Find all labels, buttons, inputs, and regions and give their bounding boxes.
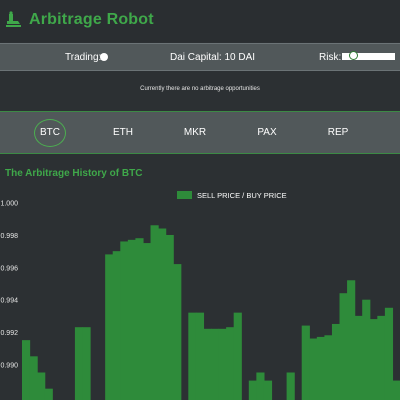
app-title: Arbitrage Robot: [29, 11, 154, 28]
area-segment: [233, 312, 242, 400]
tab-mkr[interactable]: MKR: [179, 112, 211, 153]
risk-label: Risk:: [319, 52, 342, 63]
area-segment: [256, 372, 265, 400]
legend-label: SELL PRICE / BUY PRICE: [197, 191, 287, 200]
area-segment: [369, 319, 378, 400]
area-segment: [384, 307, 394, 400]
trading-label: Trading:: [65, 52, 102, 63]
trading-toggle[interactable]: [100, 53, 108, 61]
area-segment: [105, 254, 114, 400]
tab-eth[interactable]: ETH: [107, 112, 139, 153]
history-title: The Arbitrage History of BTC: [5, 168, 143, 179]
y-tick-label: 1.000: [0, 201, 18, 208]
area-segment: [195, 312, 205, 400]
area-segment: [158, 228, 167, 400]
area-segment: [286, 372, 295, 400]
coin-tabs: BTC ETH MKR PAX REP: [0, 111, 400, 154]
area-segment: [74, 327, 84, 400]
y-tick-label: 0.994: [0, 298, 18, 305]
area-segment: [29, 356, 38, 400]
area-segment: [112, 251, 121, 400]
area-segment: [127, 239, 136, 400]
y-tick-label: 0.992: [0, 330, 18, 337]
area-segment: [22, 340, 31, 400]
area-segment: [135, 238, 144, 400]
area-segment: [309, 338, 318, 400]
area-segment: [37, 372, 46, 400]
y-tick-label: 0.998: [0, 233, 18, 240]
area-segment: [188, 312, 197, 400]
status-message: Currently there are no arbitrage opportu…: [140, 86, 260, 92]
dai-capital-text: Dai Capital: 10 DAI: [170, 52, 256, 63]
area-segment: [218, 328, 227, 400]
risk-slider-thumb[interactable]: [348, 51, 358, 60]
area-segment: [142, 243, 152, 400]
area-segment: [150, 225, 159, 400]
area-segment: [44, 388, 53, 400]
area-segment: [165, 234, 174, 400]
area-segment: [377, 315, 386, 400]
app-header: Arbitrage Robot: [0, 0, 400, 42]
tab-pax[interactable]: PAX: [251, 112, 283, 153]
arbitrage-history-chart: 1.000 0.998 0.996 0.994 0.992 0.990 SELL PRICE…: [0, 191, 400, 400]
robot-icon: [6, 11, 21, 27]
y-tick-label: 0.990: [0, 362, 18, 369]
area-segment: [203, 328, 212, 400]
y-tick-label: 0.996: [0, 265, 18, 272]
tab-rep[interactable]: REP: [322, 112, 354, 153]
area-segment: [82, 327, 91, 400]
area-segment: [301, 325, 310, 400]
area-segment: [347, 280, 356, 400]
area-segment: [331, 323, 341, 400]
tab-btc[interactable]: BTC: [34, 119, 66, 147]
status-bar: Currently there are no arbitrage opportu…: [0, 72, 400, 109]
area-segment: [120, 241, 129, 400]
area-segment: [354, 315, 363, 400]
area-segment: [226, 327, 235, 400]
controls-bar: Trading: Dai Capital: 10 DAI Risk:: [0, 43, 400, 71]
area-segment: [324, 335, 333, 400]
legend-swatch: [177, 191, 192, 199]
area-segment: [362, 299, 371, 400]
area-segment: [316, 336, 325, 400]
risk-slider[interactable]: [342, 51, 395, 60]
area-segment: [392, 380, 400, 400]
area-segment: [248, 380, 257, 400]
area-segment: [173, 264, 182, 400]
area-segment: [211, 328, 220, 400]
area-segment: [339, 293, 348, 400]
area-segment: [263, 380, 273, 400]
